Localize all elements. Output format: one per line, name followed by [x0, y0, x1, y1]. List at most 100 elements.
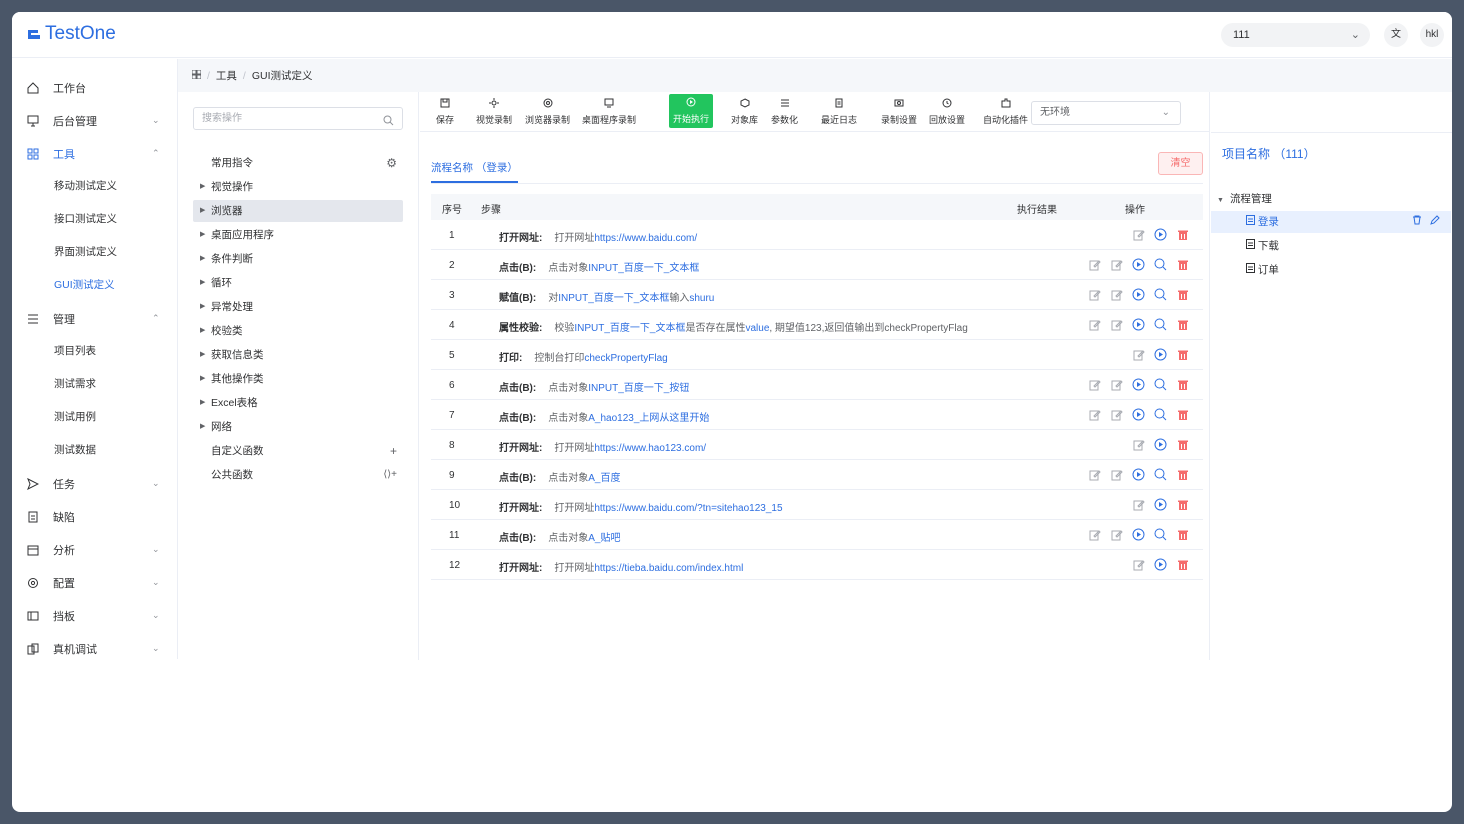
sidebar-subitem-api-test[interactable]: 接口测试定义 — [54, 203, 117, 236]
edit-icon[interactable] — [1110, 288, 1123, 301]
tree-node-desktop[interactable]: ▶ 桌面应用程序 — [193, 224, 403, 246]
edit-object-icon[interactable] — [1088, 528, 1101, 541]
edit-icon[interactable] — [1110, 318, 1123, 331]
step-link[interactable]: INPUT_百度一下_文本框 — [588, 263, 699, 274]
tree-node-browser[interactable]: ▶ 浏览器 — [193, 200, 403, 222]
delete-icon[interactable] — [1176, 228, 1189, 241]
step-link[interactable]: A_hao123_上网从这里开始 — [588, 413, 709, 424]
locate-icon[interactable] — [1154, 318, 1167, 331]
locate-icon[interactable] — [1154, 378, 1167, 391]
save-button[interactable]: 保存 — [436, 96, 454, 128]
tree-node-condition[interactable]: ▶ 条件判断 — [193, 248, 403, 270]
sidebar-subitem-requirements[interactable]: 测试需求 — [54, 368, 96, 401]
grid-icon[interactable] — [191, 69, 202, 82]
play-icon[interactable] — [1154, 438, 1167, 451]
play-icon[interactable] — [1154, 558, 1167, 571]
edit-icon[interactable] — [1430, 211, 1440, 233]
sidebar-subitem-project-list[interactable]: 项目列表 — [54, 335, 96, 368]
code-add-icon[interactable]: ⟨⟩+ — [383, 464, 397, 486]
flow-item-download[interactable]: 下载 — [1246, 235, 1279, 257]
play-icon[interactable] — [1132, 378, 1145, 391]
delete-icon[interactable] — [1176, 498, 1189, 511]
tree-node-network[interactable]: ▶ 网络 — [193, 416, 403, 438]
tree-node-visual[interactable]: ▶ 视觉操作 — [193, 176, 403, 198]
tree-node-validation[interactable]: ▶ 校验类 — [193, 320, 403, 342]
step-link[interactable]: https://tieba.baidu.com/index.html — [594, 563, 743, 574]
environment-select[interactable]: 无环境 ⌄ — [1031, 101, 1181, 125]
tree-node-flow-management[interactable]: ▼ 流程管理 — [1217, 188, 1272, 210]
edit-icon[interactable] — [1110, 378, 1123, 391]
sidebar-item-tasks[interactable]: 任务 ⌄ — [12, 467, 178, 500]
delete-icon[interactable] — [1176, 438, 1189, 451]
translate-icon[interactable]: 文 — [1384, 23, 1408, 47]
play-icon[interactable] — [1154, 348, 1167, 361]
step-link[interactable]: INPUT_百度一下_按钮 — [588, 383, 689, 394]
logo[interactable]: TestOne — [26, 23, 116, 45]
tree-node-excel[interactable]: ▶ Excel表格 — [193, 392, 403, 414]
delete-icon[interactable] — [1176, 408, 1189, 421]
play-icon[interactable] — [1154, 228, 1167, 241]
sidebar-subitem-test-cases[interactable]: 测试用例 — [54, 401, 96, 434]
delete-icon[interactable] — [1412, 211, 1422, 233]
edit-icon[interactable] — [1110, 408, 1123, 421]
sidebar-item-workbench[interactable]: 工作台 — [12, 71, 178, 104]
step-link[interactable]: https://www.baidu.com/?tn=sitehao123_15 — [594, 503, 782, 514]
browser-record-button[interactable]: 浏览器录制 — [525, 96, 570, 128]
edit-icon[interactable] — [1132, 498, 1145, 511]
delete-icon[interactable] — [1176, 558, 1189, 571]
play-icon[interactable] — [1154, 498, 1167, 511]
recent-log-button[interactable]: 最近日志 — [821, 96, 857, 128]
play-icon[interactable] — [1132, 528, 1145, 541]
sidebar-subitem-gui-test[interactable]: GUI测试定义 — [54, 269, 115, 302]
play-icon[interactable] — [1132, 468, 1145, 481]
tree-node-loop[interactable]: ▶ 循环 — [193, 272, 403, 294]
play-icon[interactable] — [1132, 258, 1145, 271]
sidebar-item-device-debug[interactable]: 真机调试 ⌄ — [12, 632, 178, 665]
step-link[interactable]: value — [745, 323, 769, 334]
sidebar-item-manage[interactable]: 管理 ⌃ — [12, 302, 178, 335]
locate-icon[interactable] — [1154, 258, 1167, 271]
tree-node-other[interactable]: ▶ 其他操作类 — [193, 368, 403, 390]
step-link[interactable]: INPUT_百度一下_文本框 — [574, 323, 685, 334]
visual-record-button[interactable]: 视觉录制 — [476, 96, 512, 128]
add-icon[interactable]: + — [390, 440, 397, 462]
delete-icon[interactable] — [1176, 258, 1189, 271]
sidebar-item-mock[interactable]: 挡板 ⌄ — [12, 599, 178, 632]
flow-item-login[interactable]: 登录 — [1246, 211, 1446, 233]
project-select[interactable]: 111 ⌄ — [1221, 23, 1370, 47]
play-icon[interactable] — [1132, 318, 1145, 331]
delete-icon[interactable] — [1176, 468, 1189, 481]
delete-icon[interactable] — [1176, 378, 1189, 391]
sidebar-item-analysis[interactable]: 分析 ⌄ — [12, 533, 178, 566]
edit-icon[interactable] — [1132, 348, 1145, 361]
step-link[interactable]: A_百度 — [588, 473, 620, 484]
clear-button[interactable]: 清空 — [1158, 152, 1203, 175]
automation-plugin-button[interactable]: 自动化插件 — [983, 96, 1028, 128]
tree-node-public-func[interactable]: 公共函数 ⟨⟩+ — [193, 464, 403, 486]
sidebar-item-config[interactable]: 配置 ⌄ — [12, 566, 178, 599]
sidebar-subitem-ui-test[interactable]: 界面测试定义 — [54, 236, 117, 269]
edit-object-icon[interactable] — [1088, 408, 1101, 421]
step-link[interactable]: https://www.baidu.com/ — [594, 233, 697, 244]
gear-icon[interactable]: ⚙ — [386, 152, 397, 174]
edit-icon[interactable] — [1110, 528, 1123, 541]
sidebar-subitem-test-data[interactable]: 测试数据 — [54, 434, 96, 467]
locate-icon[interactable] — [1154, 528, 1167, 541]
locate-icon[interactable] — [1154, 408, 1167, 421]
user-avatar[interactable]: hkl — [1420, 23, 1444, 47]
replay-settings-button[interactable]: 回放设置 — [929, 96, 965, 128]
step-link[interactable]: INPUT_百度一下_文本框 — [558, 293, 669, 304]
breadcrumb-item-tools[interactable]: 工具 — [216, 68, 237, 83]
edit-icon[interactable] — [1132, 558, 1145, 571]
desktop-record-button[interactable]: 桌面程序录制 — [582, 96, 636, 128]
tree-node-get-info[interactable]: ▶ 获取信息类 — [193, 344, 403, 366]
play-icon[interactable] — [1132, 288, 1145, 301]
edit-icon[interactable] — [1110, 468, 1123, 481]
delete-icon[interactable] — [1176, 318, 1189, 331]
delete-icon[interactable] — [1176, 348, 1189, 361]
edit-object-icon[interactable] — [1088, 318, 1101, 331]
step-link[interactable]: shuru — [689, 293, 714, 304]
edit-object-icon[interactable] — [1088, 378, 1101, 391]
edit-object-icon[interactable] — [1088, 468, 1101, 481]
sidebar-item-tools[interactable]: 工具 ⌃ — [12, 137, 178, 170]
